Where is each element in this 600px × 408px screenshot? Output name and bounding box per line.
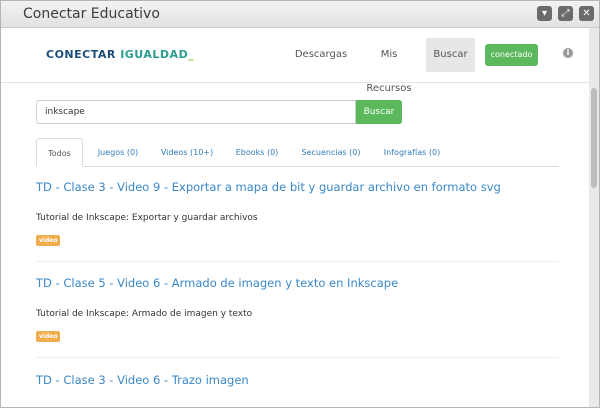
minimize-button[interactable]: ▾ xyxy=(537,6,552,21)
result-title-link[interactable]: TD - Clase 3 - Video 6 - Trazo imagen xyxy=(36,373,249,387)
title-bar[interactable]: Conectar Educativo ▾ ⤢ ✕ xyxy=(1,1,599,28)
info-icon[interactable]: i xyxy=(563,48,573,58)
logo-part-igualdad: IGUALDAD xyxy=(120,48,189,61)
result-description: Tutorial de Inkscape: Exportar y guardar… xyxy=(36,213,258,223)
window-title: Conectar Educativo xyxy=(23,6,160,22)
video-badge: video xyxy=(36,331,61,342)
connection-status-button[interactable]: conectado xyxy=(485,44,538,66)
nav-buscar[interactable]: Buscar xyxy=(426,38,475,72)
tab-videos[interactable]: Videos (10+) xyxy=(156,138,218,167)
video-badge: video xyxy=(36,235,61,246)
logo-part-conectar: CONECTAR xyxy=(46,48,121,61)
close-button[interactable]: ✕ xyxy=(579,6,594,21)
app-window: Conectar Educativo ▾ ⤢ ✕ CONECTAR IGUALD… xyxy=(0,0,600,408)
search-button[interactable]: Buscar xyxy=(356,100,402,124)
nav-descargas[interactable]: Descargas xyxy=(293,38,349,72)
top-navbar: CONECTAR IGUALDAD_ Descargas Mis Recurso… xyxy=(1,28,589,94)
tab-todos[interactable]: Todos xyxy=(36,138,83,167)
vertical-scrollbar[interactable] xyxy=(589,28,599,407)
result-divider xyxy=(36,357,559,358)
result-title-link[interactable]: TD - Clase 5 - Video 6 - Armado de image… xyxy=(36,276,398,290)
tab-infografias[interactable]: Infografías (0) xyxy=(377,138,447,167)
tab-ebooks[interactable]: Ebooks (0) xyxy=(228,138,286,167)
tab-secuencias[interactable]: Secuencias (0) xyxy=(296,138,366,167)
result-title-link[interactable]: TD - Clase 3 - Video 9 - Exportar a mapa… xyxy=(36,180,501,194)
result-description: Tutorial de Inkscape: Armado de imagen y… xyxy=(36,309,253,319)
nav-mis-recursos[interactable]: Mis Recursos xyxy=(357,38,421,94)
logo-part-underscore: _ xyxy=(188,48,195,61)
search-input[interactable]: inkscape xyxy=(36,100,356,124)
scrollbar-thumb[interactable] xyxy=(591,88,597,188)
result-divider xyxy=(36,261,559,262)
maximize-button[interactable]: ⤢ xyxy=(558,6,573,21)
conectar-igualdad-logo[interactable]: CONECTAR IGUALDAD_ xyxy=(46,48,194,61)
tab-juegos[interactable]: Juegos (0) xyxy=(89,138,147,167)
page-content: CONECTAR IGUALDAD_ Descargas Mis Recurso… xyxy=(1,28,589,407)
